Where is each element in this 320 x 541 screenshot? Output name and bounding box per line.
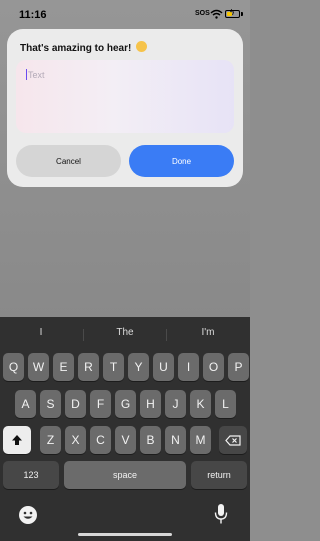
text-cursor bbox=[26, 69, 27, 80]
suggestion-item[interactable]: The bbox=[95, 327, 155, 338]
key-l[interactable]: L bbox=[215, 390, 236, 418]
emoji-icon[interactable] bbox=[18, 505, 38, 525]
key-a[interactable]: A bbox=[15, 390, 36, 418]
status-bar: 11:16 SOS ϟ bbox=[0, 0, 250, 30]
text-input-dialog: That's amazing to hear! Text Cancel Done bbox=[7, 29, 243, 187]
dialog-title-text: That's amazing to hear! bbox=[20, 43, 132, 54]
sos-indicator: SOS bbox=[195, 10, 210, 17]
text-input-field[interactable]: Text bbox=[16, 60, 234, 133]
key-d[interactable]: D bbox=[65, 390, 86, 418]
key-n[interactable]: N bbox=[165, 426, 186, 454]
microphone-icon[interactable] bbox=[214, 503, 228, 525]
suggestion-item[interactable]: I'm bbox=[178, 327, 238, 338]
key-g[interactable]: G bbox=[115, 390, 136, 418]
battery-icon: ϟ bbox=[225, 8, 240, 18]
key-p[interactable]: P bbox=[228, 353, 249, 381]
dialog-title: That's amazing to hear! bbox=[20, 40, 148, 54]
key-h[interactable]: H bbox=[140, 390, 161, 418]
status-time: 11:16 bbox=[19, 9, 47, 21]
wifi-icon bbox=[210, 9, 223, 19]
delete-icon bbox=[225, 434, 241, 446]
key-m[interactable]: M bbox=[190, 426, 211, 454]
key-i[interactable]: I bbox=[178, 353, 199, 381]
key-e[interactable]: E bbox=[53, 353, 74, 381]
key-c[interactable]: C bbox=[90, 426, 111, 454]
delete-key[interactable] bbox=[219, 426, 247, 454]
shift-icon bbox=[12, 435, 22, 445]
text-input-placeholder: Text bbox=[28, 70, 45, 80]
suggestion-bar: I The I'm bbox=[0, 317, 250, 351]
done-button[interactable]: Done bbox=[129, 145, 234, 177]
suggestion-item[interactable]: I bbox=[11, 327, 71, 338]
key-j[interactable]: J bbox=[165, 390, 186, 418]
space-key[interactable]: space bbox=[64, 461, 186, 489]
shift-key[interactable] bbox=[3, 426, 31, 454]
cancel-button[interactable]: Cancel bbox=[16, 145, 121, 177]
key-z[interactable]: Z bbox=[40, 426, 61, 454]
key-s[interactable]: S bbox=[40, 390, 61, 418]
star-struck-emoji-icon bbox=[136, 41, 148, 52]
key-y[interactable]: Y bbox=[128, 353, 149, 381]
key-w[interactable]: W bbox=[28, 353, 49, 381]
key-q[interactable]: Q bbox=[3, 353, 24, 381]
key-t[interactable]: T bbox=[103, 353, 124, 381]
key-r[interactable]: R bbox=[78, 353, 99, 381]
key-f[interactable]: F bbox=[90, 390, 111, 418]
return-key[interactable]: return bbox=[191, 461, 247, 489]
numbers-key[interactable]: 123 bbox=[3, 461, 59, 489]
key-b[interactable]: B bbox=[140, 426, 161, 454]
key-o[interactable]: O bbox=[203, 353, 224, 381]
key-k[interactable]: K bbox=[190, 390, 211, 418]
home-indicator bbox=[78, 533, 172, 536]
key-u[interactable]: U bbox=[153, 353, 174, 381]
key-x[interactable]: X bbox=[65, 426, 86, 454]
key-v[interactable]: V bbox=[115, 426, 136, 454]
